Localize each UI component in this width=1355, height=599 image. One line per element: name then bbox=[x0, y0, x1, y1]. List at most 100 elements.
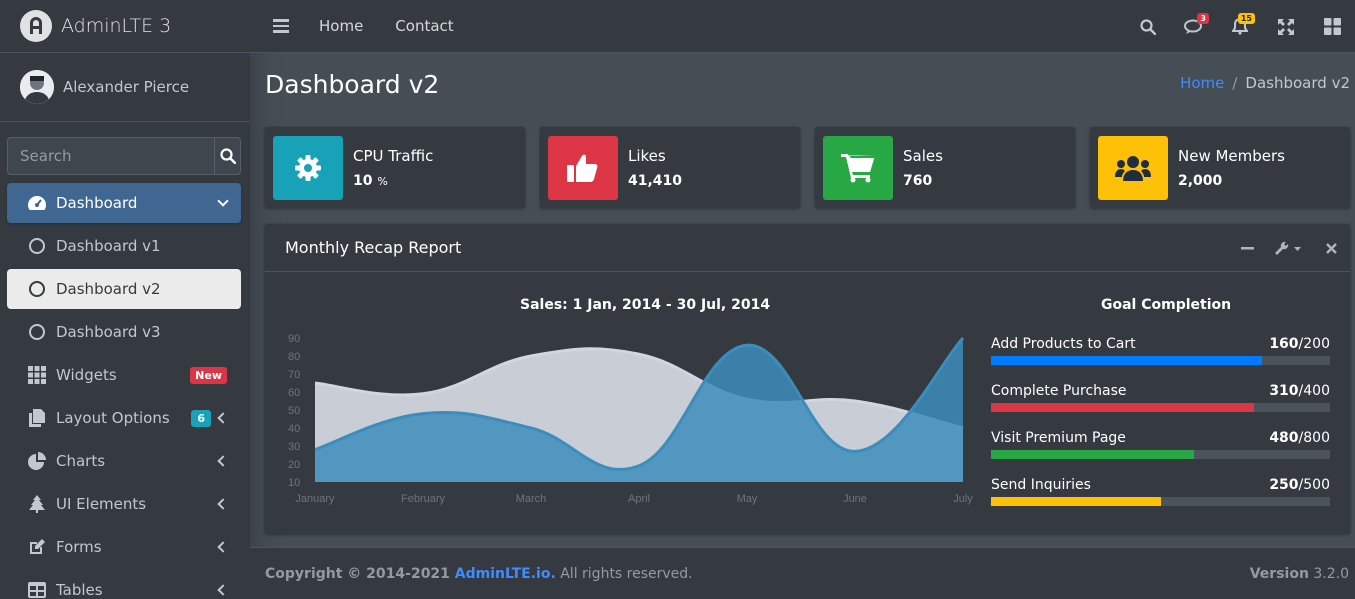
goal-progress-fill bbox=[991, 497, 1161, 506]
x-tick-label: February bbox=[401, 493, 446, 505]
sidebar-item-forms[interactable]: Forms bbox=[7, 527, 241, 567]
sidebar-item-label: Charts bbox=[56, 452, 106, 470]
sidebar-item-charts[interactable]: Charts bbox=[7, 441, 241, 481]
goal-progress-bar bbox=[991, 497, 1330, 506]
gear-icon bbox=[273, 135, 343, 200]
y-tick-label: 50 bbox=[288, 405, 300, 417]
tachometer-icon bbox=[27, 193, 47, 213]
sidebar-item-dashboard[interactable]: Dashboard bbox=[7, 183, 241, 223]
pie-chart-icon bbox=[27, 451, 47, 471]
sidebar-item-ui-elements[interactable]: UI Elements bbox=[7, 484, 241, 524]
card-title: Monthly Recap Report bbox=[285, 238, 462, 257]
info-box-likes: Likes 41,410 bbox=[540, 127, 800, 208]
th-icon bbox=[27, 365, 47, 385]
sidebar-item-dashboard-v1[interactable]: Dashboard v1 bbox=[7, 226, 241, 266]
x-tick-label: May bbox=[737, 493, 758, 505]
main-footer: Copyright © 2014-2021 AdminLTE.io. All r… bbox=[250, 547, 1355, 599]
search-icon bbox=[1140, 18, 1156, 35]
goal-completion-title: Goal Completion bbox=[1101, 297, 1232, 313]
user-name[interactable]: Alexander Pierce bbox=[63, 78, 189, 96]
chevron-left-icon bbox=[217, 412, 229, 424]
goal-value: 310/400 bbox=[1269, 383, 1330, 399]
user-panel[interactable]: Alexander Pierce bbox=[0, 53, 250, 122]
edit-icon bbox=[27, 537, 47, 557]
x-tick-label: July bbox=[953, 493, 973, 505]
sidebar-item-dashboard-v3[interactable]: Dashboard v3 bbox=[7, 312, 241, 352]
avatar[interactable] bbox=[20, 70, 54, 104]
breadcrumb-current: Dashboard v2 bbox=[1245, 74, 1350, 92]
monthly-recap-card: Monthly Recap Report Sales: 1 Jan, 2014 … bbox=[265, 224, 1350, 534]
messages-dropdown[interactable]: 3 bbox=[1171, 0, 1217, 53]
goal-progress-bar bbox=[991, 403, 1330, 412]
thumbs-up-icon bbox=[548, 135, 618, 200]
nav-link-contact[interactable]: Contact bbox=[395, 17, 453, 35]
breadcrumb-home[interactable]: Home bbox=[1180, 74, 1224, 92]
search-input[interactable] bbox=[7, 137, 214, 175]
sidebar-search bbox=[7, 137, 241, 175]
info-box-label: New Members bbox=[1178, 146, 1285, 165]
sidebar-item-widgets[interactable]: Widgets New bbox=[7, 355, 241, 395]
top-navbar: Home Contact 3 15 bbox=[250, 0, 1355, 53]
info-box-number: 41,410 bbox=[628, 172, 683, 189]
y-tick-label: 40 bbox=[288, 423, 300, 435]
breadcrumb: Home / Dashboard v2 bbox=[1180, 74, 1350, 92]
wrench-dropdown-icon[interactable] bbox=[1274, 239, 1304, 257]
info-box-sales: Sales 760 bbox=[815, 127, 1075, 208]
goal-label: Send Inquiries bbox=[991, 477, 1091, 493]
circle-icon bbox=[29, 281, 45, 297]
sidebar-item-label: Dashboard bbox=[56, 194, 138, 212]
sidebar-item-label: Tables bbox=[56, 581, 103, 599]
goal-label: Complete Purchase bbox=[991, 383, 1127, 399]
footer-copyright: Copyright © 2014-2021 AdminLTE.io. All r… bbox=[265, 565, 693, 582]
footer-link[interactable]: AdminLTE.io. bbox=[455, 566, 556, 582]
y-tick-label: 70 bbox=[288, 369, 300, 381]
x-tick-label: June bbox=[843, 493, 867, 505]
collapse-minus-icon[interactable] bbox=[1238, 239, 1256, 257]
card-header: Monthly Recap Report bbox=[265, 224, 1350, 272]
sidebar-item-dashboard-v2[interactable]: Dashboard v2 bbox=[7, 269, 241, 309]
fullscreen-button[interactable] bbox=[1263, 0, 1309, 53]
goal-label: Add Products to Cart bbox=[991, 336, 1136, 352]
info-box-number: 760 bbox=[903, 172, 933, 189]
notifications-dropdown[interactable]: 15 bbox=[1217, 0, 1263, 53]
y-tick-label: 80 bbox=[288, 351, 300, 363]
goal-item: Add Products to Cart 160/200 bbox=[991, 336, 1330, 365]
sidebar-item-label: Dashboard v3 bbox=[56, 323, 161, 341]
brand-link[interactable]: AdminLTE 3 bbox=[0, 0, 250, 53]
goal-progress-fill bbox=[991, 403, 1254, 412]
info-box-number: 2,000 bbox=[1178, 172, 1223, 189]
navbar-search-button[interactable] bbox=[1125, 0, 1171, 53]
x-tick-label: March bbox=[516, 493, 547, 505]
chevron-left-icon bbox=[217, 498, 229, 510]
sales-area-chart: 10 20 30 40 50 60 70 80 90 January February March Ap… bbox=[288, 333, 973, 505]
circle-icon bbox=[29, 324, 45, 340]
info-box-label: Sales bbox=[903, 146, 943, 165]
chevron-left-icon bbox=[217, 541, 229, 553]
y-tick-label: 10 bbox=[288, 477, 300, 489]
breadcrumb-separator: / bbox=[1232, 74, 1238, 92]
info-box-cpu-traffic: CPU Traffic 10 % bbox=[265, 127, 525, 208]
sidebar-item-tables[interactable]: Tables bbox=[7, 570, 241, 599]
chart-title: Sales: 1 Jan, 2014 - 30 Jul, 2014 bbox=[520, 297, 771, 313]
sidebar-item-layout-options[interactable]: Layout Options 6 bbox=[7, 398, 241, 438]
info-boxes-row: CPU Traffic 10 % Likes 41,410 Sales 760 … bbox=[265, 127, 1350, 208]
sidebar-item-label: Dashboard v2 bbox=[56, 280, 161, 298]
x-tick-label: January bbox=[295, 493, 335, 505]
adminlte-logo-icon bbox=[20, 10, 52, 42]
nav-link-home[interactable]: Home bbox=[319, 17, 363, 35]
menu-toggle-icon[interactable] bbox=[273, 19, 289, 33]
sidebar-item-label: Dashboard v1 bbox=[56, 237, 161, 255]
goal-progress-fill bbox=[991, 356, 1263, 365]
goal-item: Complete Purchase 310/400 bbox=[991, 383, 1330, 412]
copy-icon bbox=[27, 408, 47, 428]
goal-progress-bar bbox=[991, 356, 1330, 365]
circle-icon bbox=[29, 238, 45, 254]
search-button[interactable] bbox=[214, 137, 241, 175]
control-sidebar-button[interactable] bbox=[1309, 0, 1355, 53]
tree-icon bbox=[27, 494, 47, 514]
notifications-badge: 15 bbox=[1237, 13, 1255, 24]
goal-value: 250/500 bbox=[1269, 477, 1330, 493]
x-tick-label: April bbox=[628, 493, 650, 505]
close-icon[interactable] bbox=[1322, 239, 1340, 257]
users-icon bbox=[1098, 135, 1168, 200]
